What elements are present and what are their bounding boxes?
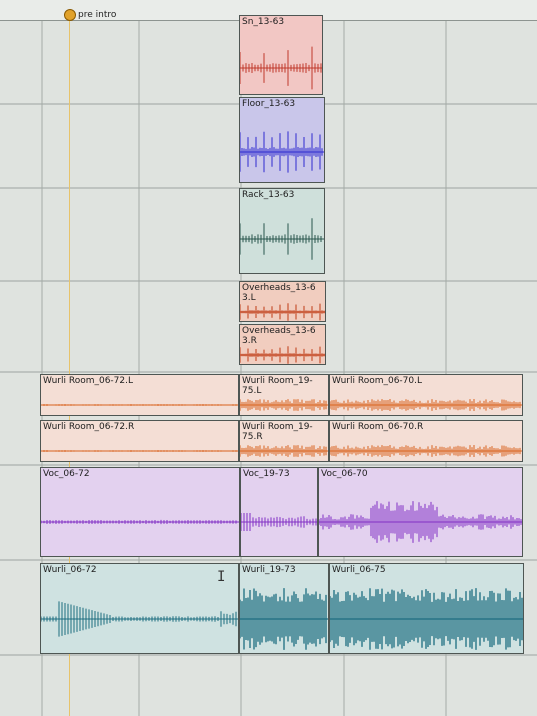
clip-wurli-19-73[interactable]: Wurli_19-73 [239, 563, 329, 654]
waveform [240, 218, 324, 260]
clip-label: Voc_06-72 [43, 469, 90, 479]
waveform [240, 303, 325, 321]
clip-label: Floor_13-63 [242, 99, 296, 109]
clip-overheads-13-63-r[interactable]: Overheads_13-6 3.R [239, 324, 326, 365]
waveform-path [241, 513, 317, 531]
waveform-path [240, 131, 324, 173]
waveform [330, 588, 523, 650]
clip-wurli-room-06-70-r[interactable]: Wurli Room_06-70.R [329, 420, 523, 462]
waveform-path [240, 218, 324, 260]
waveform-path [240, 588, 328, 650]
clip-label: Wurli Room_06-72.L [43, 376, 133, 386]
waveform [330, 445, 522, 457]
waveform-path [330, 445, 522, 457]
waveform [41, 450, 238, 452]
waveform-path [330, 588, 523, 650]
waveform-path [240, 346, 325, 364]
waveform [41, 404, 238, 406]
waveform [330, 399, 522, 411]
waveform [240, 588, 328, 650]
marker-icon [64, 9, 76, 21]
text-cursor-icon: I [217, 569, 226, 585]
clip-wurli-room-06-70-l[interactable]: Wurli Room_06-70.L [329, 374, 523, 416]
clip-label: Wurli Room_06-70.L [332, 376, 422, 386]
clip-label: Rack_13-63 [242, 190, 295, 200]
clip-wurli-room-06-72-l[interactable]: Wurli Room_06-72.L [40, 374, 239, 416]
waveform-path [41, 519, 239, 525]
waveform-path [330, 399, 522, 411]
clip-label: Wurli_06-72 [43, 565, 97, 575]
waveform [240, 46, 322, 90]
waveform [319, 501, 522, 543]
waveform-path [319, 501, 522, 543]
clip-voc-06-72[interactable]: Voc_06-72 [40, 467, 240, 557]
waveform [41, 519, 239, 525]
clip-label: Wurli_06-75 [332, 565, 386, 575]
clip-label: Wurli Room_06-70.R [332, 422, 424, 432]
clip-voc-06-70[interactable]: Voc_06-70 [318, 467, 523, 557]
clip-voc-19-73[interactable]: Voc_19-73 [240, 467, 318, 557]
marker-label: pre intro [78, 10, 117, 20]
clip-wurli-06-72[interactable]: Wurli_06-72 [40, 563, 239, 654]
clip-wurli-06-75[interactable]: Wurli_06-75 [329, 563, 524, 654]
clip-sn-13-63[interactable]: Sn_13-63 [239, 15, 323, 95]
clip-label: Sn_13-63 [242, 17, 285, 27]
clip-overheads-13-63-l[interactable]: Overheads_13-6 3.L [239, 281, 326, 322]
waveform-path [240, 303, 325, 321]
waveform [240, 399, 328, 411]
waveform [240, 131, 324, 173]
waveform-path [41, 601, 238, 637]
clip-label: Wurli Room_06-72.R [43, 422, 135, 432]
waveform-path [240, 399, 328, 411]
clip-label: Wurli_19-73 [242, 565, 296, 575]
pre-intro-marker[interactable]: pre intro [64, 8, 116, 22]
clip-rack-13-63[interactable]: Rack_13-63 [239, 188, 325, 274]
waveform-path [41, 450, 238, 452]
clip-wurli-room-06-72-r[interactable]: Wurli Room_06-72.R [40, 420, 239, 462]
waveform [240, 445, 328, 457]
clip-label: Overheads_13-6 3.R [242, 326, 316, 346]
clip-label: Voc_06-70 [321, 469, 368, 479]
clip-label: Overheads_13-6 3.L [242, 283, 316, 303]
waveform [240, 346, 325, 364]
clip-floor-13-63[interactable]: Floor_13-63 [239, 97, 325, 183]
waveform-path [240, 445, 328, 457]
clip-wurli-room-19-75-l[interactable]: Wurli Room_19- 75.L [239, 374, 329, 416]
clip-wurli-room-19-75-r[interactable]: Wurli Room_19- 75.R [239, 420, 329, 462]
clip-label: Voc_19-73 [243, 469, 290, 479]
waveform-path [41, 404, 238, 406]
waveform [41, 601, 238, 637]
waveform [241, 513, 317, 531]
waveform-path [240, 46, 322, 90]
